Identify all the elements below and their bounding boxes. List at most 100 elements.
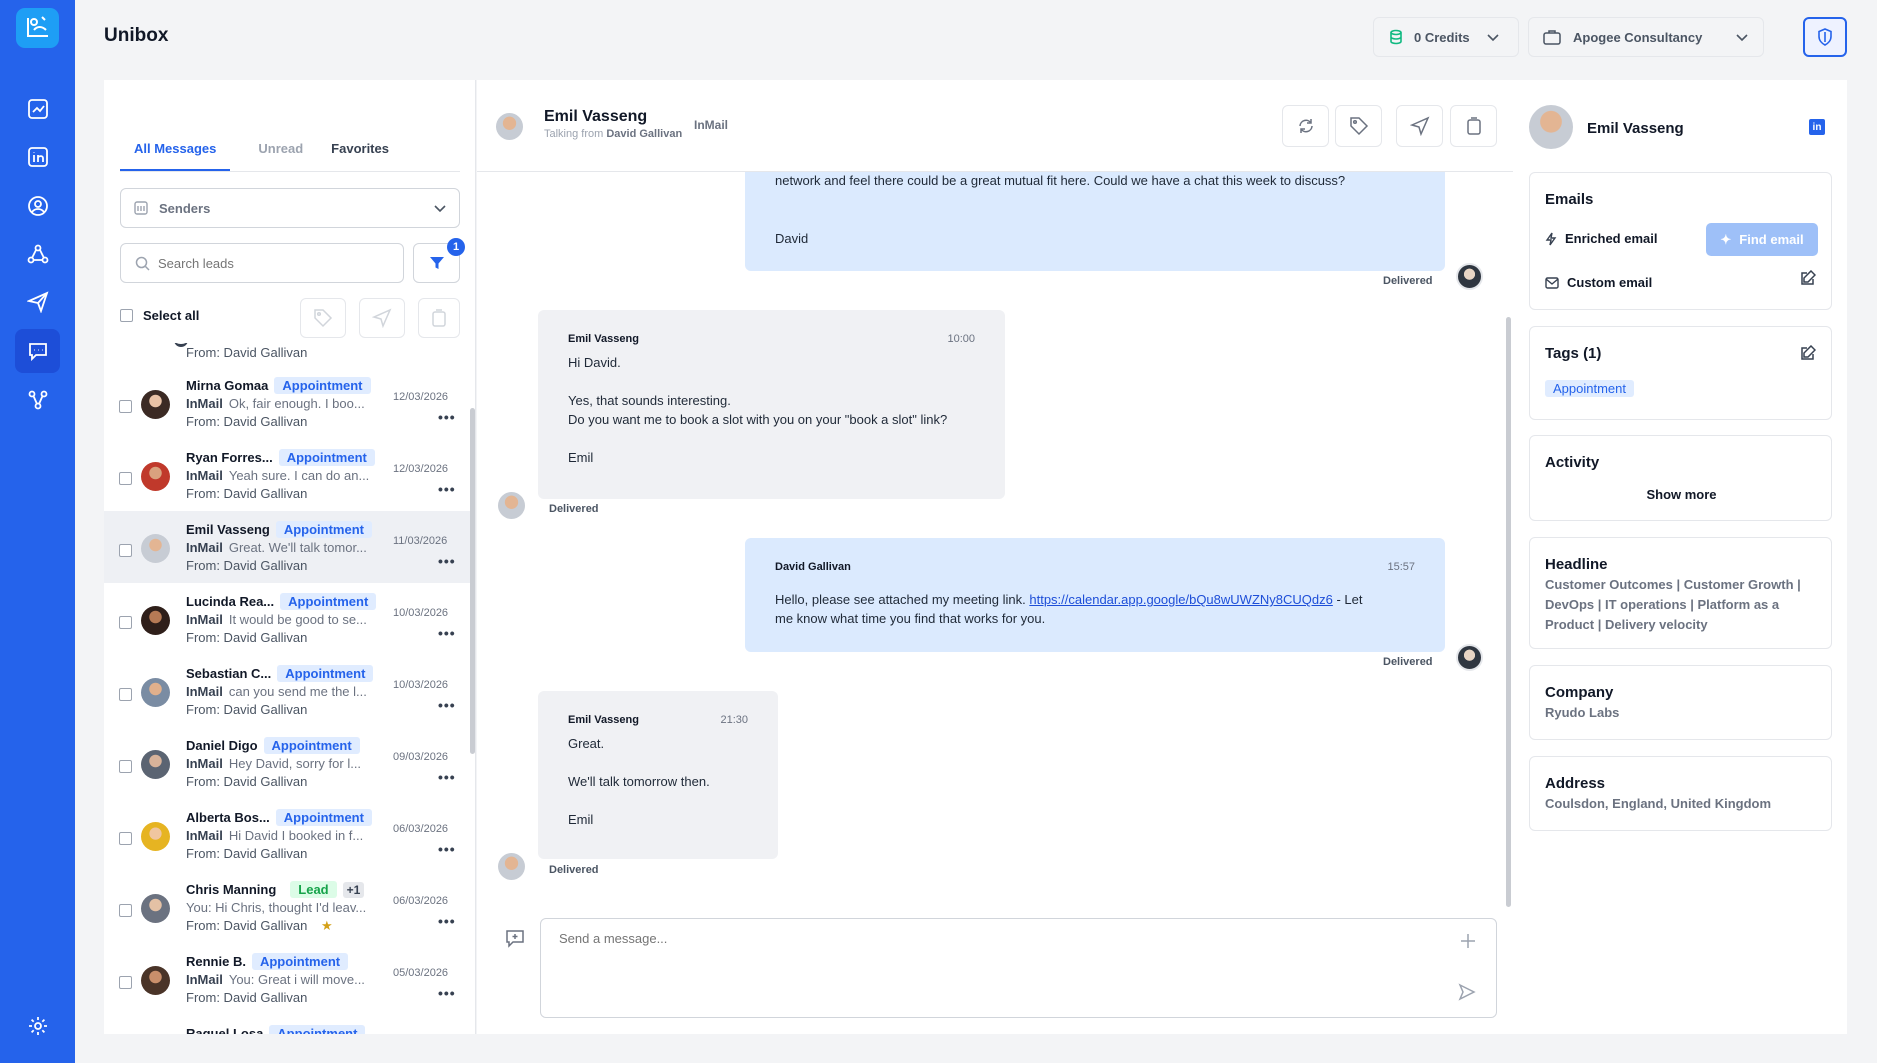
enriched-email-row: Enriched email: [1545, 231, 1657, 246]
headline-card: Headline Customer Outcomes | Customer Gr…: [1529, 537, 1832, 649]
message-bubble-incoming: Emil Vasseng 21:30 Great. We'll talk tom…: [538, 691, 778, 859]
shield-button[interactable]: [1803, 17, 1847, 57]
conversation-date: 12/03/2026: [393, 391, 449, 403]
show-more-link[interactable]: Show more: [1530, 487, 1833, 502]
row-checkbox[interactable]: [119, 472, 132, 485]
linkedin-icon[interactable]: in: [1809, 119, 1825, 135]
bulk-tag-button[interactable]: [300, 298, 346, 338]
conversation-name-line: Sebastian C... Appointment: [186, 665, 374, 682]
headline-title: Headline: [1545, 556, 1608, 573]
list-item[interactable]: Mirna Gomaa Appointment InMail Ok, fair en…: [104, 367, 470, 439]
favorite-star-icon[interactable]: ★: [321, 918, 333, 933]
more-options-icon[interactable]: •••: [438, 769, 456, 785]
more-options-icon[interactable]: •••: [438, 553, 456, 569]
conversation-date: 06/03/2026: [393, 823, 449, 835]
row-checkbox[interactable]: [119, 976, 132, 989]
message-text-post: - Let: [1332, 592, 1363, 607]
avatar: [1529, 105, 1573, 149]
workspace-dropdown[interactable]: Apogee Consultancy: [1528, 17, 1764, 57]
list-item[interactable]: Emil Vasseng Appointment InMail Great. We'…: [104, 511, 470, 583]
settings-gear-icon[interactable]: [15, 1004, 60, 1048]
plus-icon[interactable]: [1460, 933, 1476, 952]
preview-text: It would be good to se...: [228, 612, 367, 627]
list-item[interactable]: Daniel Digo Appointment InMail Hey David, …: [104, 727, 470, 799]
row-checkbox[interactable]: [119, 760, 132, 773]
message-input[interactable]: [559, 931, 1439, 1001]
nav-network-icon[interactable]: [15, 232, 60, 276]
from-label: From: David Gallivan: [186, 702, 308, 717]
more-options-icon[interactable]: •••: [438, 625, 456, 641]
list-item[interactable]: Chris Manning Lead +1 You: Hi Chris, thoug…: [104, 871, 470, 943]
row-checkbox[interactable]: [119, 904, 132, 917]
nav-campaigns-icon[interactable]: [15, 280, 60, 324]
list-item[interactable]: Sebastian C... Appointment InMail can you …: [104, 655, 470, 727]
channel-label: InMail: [186, 828, 223, 843]
avatar: [141, 750, 170, 779]
compose-box: [540, 918, 1497, 1018]
templates-icon[interactable]: [505, 928, 525, 951]
nav-contacts-icon[interactable]: [15, 184, 60, 228]
avatar: [141, 678, 170, 707]
emails-title: Emails: [1545, 191, 1594, 208]
select-all-checkbox[interactable]: [120, 309, 133, 322]
more-options-icon[interactable]: •••: [438, 841, 456, 857]
row-checkbox[interactable]: [119, 688, 132, 701]
search-input[interactable]: [158, 255, 378, 271]
lightning-icon: [1545, 232, 1557, 245]
more-options-icon[interactable]: •••: [438, 697, 456, 713]
message-time: 10:00: [947, 333, 975, 345]
more-options-icon[interactable]: •••: [438, 481, 456, 497]
credits-dropdown[interactable]: 0 Credits: [1373, 17, 1519, 57]
bulk-send-button[interactable]: [359, 298, 405, 338]
edit-icon[interactable]: [1800, 344, 1817, 364]
message-sender: Emil Vasseng: [568, 714, 639, 726]
shield-icon: [1818, 28, 1832, 46]
row-checkbox[interactable]: [119, 544, 132, 557]
nav-linkedin-icon[interactable]: [15, 135, 60, 179]
select-all-row[interactable]: Select all: [120, 303, 199, 328]
row-checkbox[interactable]: [119, 616, 132, 629]
nav-analytics-icon[interactable]: [15, 87, 60, 131]
list-item[interactable]: Lucinda Rea... Appointment InMail It would…: [104, 583, 470, 655]
row-checkbox[interactable]: [119, 400, 132, 413]
contact-name: Raquel Losa: [186, 1026, 264, 1034]
headline-line: Customer Outcomes | Customer Growth |: [1545, 577, 1801, 592]
edit-icon[interactable]: [1800, 269, 1817, 289]
list-scrollbar[interactable]: [470, 408, 475, 754]
avatar: [141, 966, 170, 995]
calendar-link[interactable]: https://calendar.app.google/bQu8wUWZNy8C…: [1029, 592, 1333, 607]
senders-dropdown[interactable]: Senders: [120, 188, 460, 228]
tab-all-messages[interactable]: All Messages: [120, 132, 231, 171]
nav-integrations-icon[interactable]: [15, 378, 60, 422]
list-item[interactable]: Alberta Bos... Appointment InMail Hi David…: [104, 799, 470, 871]
sync-button[interactable]: [1282, 105, 1329, 147]
from-label: From: David Gallivan: [186, 345, 308, 360]
delivered-status: Delivered: [1383, 275, 1433, 287]
list-item[interactable]: Rennie B. Appointment InMail You: Great i …: [104, 943, 470, 1015]
tag-button[interactable]: [1335, 105, 1382, 147]
list-item[interactable]: Ryan Forres... Appointment InMail Yeah sur…: [104, 439, 470, 511]
tag-badge: Appointment: [278, 449, 375, 466]
filter-button[interactable]: 1: [413, 238, 465, 283]
more-options-icon[interactable]: •••: [438, 985, 456, 1001]
more-options-icon[interactable]: •••: [438, 913, 456, 929]
app-logo-icon[interactable]: [16, 8, 59, 48]
tab-favorites[interactable]: Favorites: [317, 132, 403, 171]
send-to-campaign-button[interactable]: [1396, 105, 1443, 147]
find-email-button[interactable]: ✦ Find email: [1706, 223, 1818, 256]
list-item[interactable]: Raquel Losa Appointment: [104, 1015, 470, 1034]
chat-scrollbar[interactable]: [1506, 317, 1511, 907]
nav-unibox-icon[interactable]: [15, 329, 60, 373]
send-message-icon[interactable]: [1458, 983, 1476, 1004]
avatar: [141, 822, 170, 851]
chevron-down-icon: [434, 205, 446, 213]
tag-icon: [1349, 117, 1368, 136]
tab-unread[interactable]: Unread: [244, 132, 317, 171]
custom-email-row: Custom email: [1545, 275, 1652, 290]
tag-badge: Appointment: [269, 1025, 366, 1034]
bulk-delete-button[interactable]: [418, 298, 460, 338]
more-options-icon[interactable]: •••: [438, 409, 456, 425]
row-checkbox[interactable]: [119, 832, 132, 845]
delete-button[interactable]: [1450, 105, 1497, 147]
tag-badge: Appointment: [263, 737, 360, 754]
